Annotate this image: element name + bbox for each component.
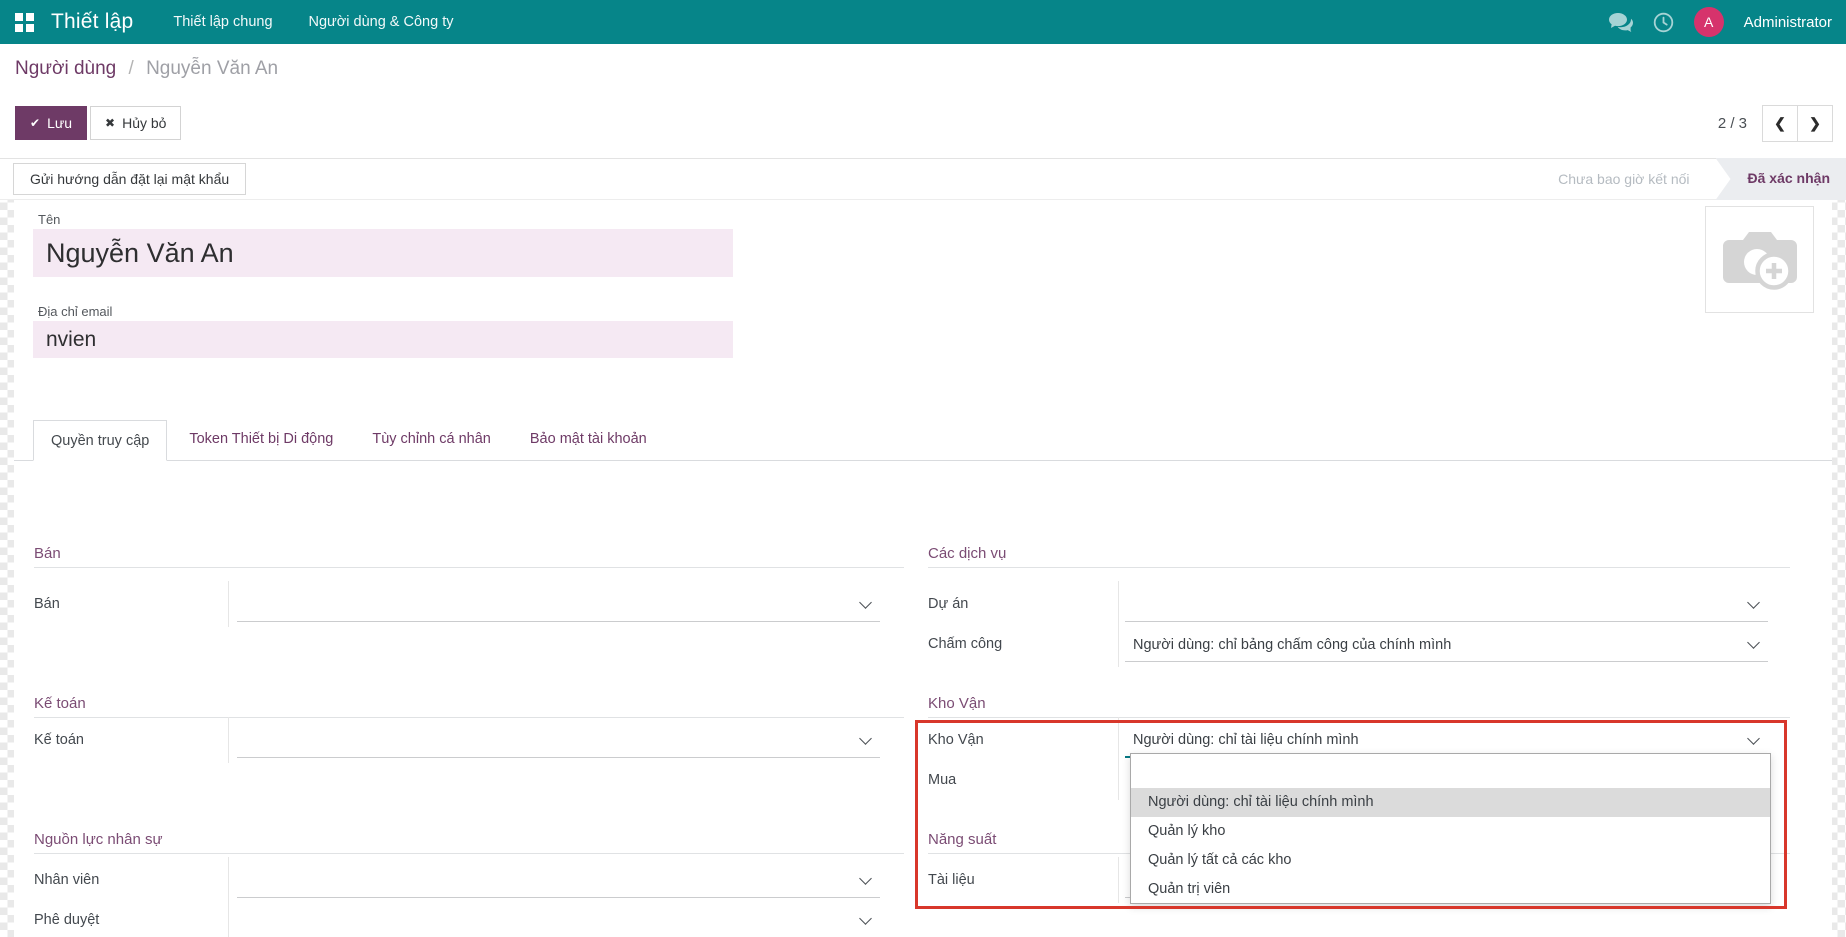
chevron-down-icon bbox=[1747, 596, 1760, 609]
messages-icon[interactable] bbox=[1608, 12, 1633, 32]
tab-mobile-device-token[interactable]: Token Thiết bị Di động bbox=[172, 419, 350, 460]
control-panel: Người dùng / Nguyễn Văn An ✔ Lưu ✖ Hủy b… bbox=[0, 44, 1846, 158]
field-row-approvals: Phê duyệt bbox=[34, 897, 904, 937]
breadcrumb-users-link[interactable]: Người dùng bbox=[15, 58, 116, 79]
tab-preferences[interactable]: Tùy chỉnh cá nhân bbox=[355, 419, 508, 460]
check-icon: ✔ bbox=[30, 116, 41, 130]
email-label: Địa chỉ email bbox=[38, 304, 113, 319]
section-services: Các dịch vụ bbox=[928, 540, 1790, 568]
section-accounting: Kế toán bbox=[34, 690, 904, 718]
inventory-field-label: Kho Vận bbox=[928, 732, 984, 748]
dropdown-option-empty[interactable] bbox=[1131, 754, 1770, 788]
documents-field-label: Tài liệu bbox=[928, 872, 975, 888]
field-row-sales: Bán bbox=[34, 581, 904, 627]
dropdown-option-administrator[interactable]: Quản trị viên bbox=[1131, 875, 1770, 904]
app-name[interactable]: Thiết lập bbox=[51, 10, 133, 34]
access-rights-left-column: Bán Bán Kế toán Kế toán Nguồn lực nhân s… bbox=[34, 530, 904, 937]
employees-field-label: Nhân viên bbox=[34, 872, 100, 888]
tab-account-security[interactable]: Bảo mật tài khoản bbox=[513, 419, 664, 460]
field-row-accounting: Kế toán bbox=[34, 717, 904, 763]
breadcrumb-current: Nguyễn Văn An bbox=[146, 58, 279, 79]
avatar-upload-box[interactable] bbox=[1705, 206, 1814, 313]
project-select[interactable] bbox=[1125, 588, 1768, 622]
dropdown-option-all-warehouses[interactable]: Quản lý tất cả các kho bbox=[1131, 846, 1770, 875]
purchase-field-label: Mua bbox=[928, 772, 957, 788]
access-rights-right-column: Các dịch vụ Dự án Chấm công Người dùng: … bbox=[928, 530, 1790, 937]
top-navbar: Thiết lập Thiết lập chung Người dùng & C… bbox=[0, 0, 1846, 44]
field-row-project: Dự án bbox=[928, 581, 1790, 627]
timesheets-select[interactable]: Người dùng: chỉ bảng chấm công của chính… bbox=[1125, 628, 1768, 662]
pager: 2 / 3 ❮ ❯ bbox=[1718, 105, 1833, 142]
activities-clock-icon[interactable] bbox=[1653, 12, 1674, 33]
section-sales: Bán bbox=[34, 540, 904, 568]
section-inventory: Kho Vận bbox=[928, 690, 1790, 718]
name-label: Tên bbox=[38, 212, 61, 227]
chevron-down-icon bbox=[859, 732, 872, 745]
chevron-down-icon bbox=[859, 872, 872, 885]
sales-field-label: Bán bbox=[34, 596, 60, 612]
chevron-down-icon bbox=[859, 596, 872, 609]
statusbar: Gửi hướng dẫn đặt lại mật khẩu Chưa bao … bbox=[0, 158, 1846, 200]
save-button[interactable]: ✔ Lưu bbox=[15, 106, 88, 140]
field-row-timesheets: Chấm công Người dùng: chỉ bảng chấm công… bbox=[928, 621, 1790, 667]
pager-next-button[interactable]: ❯ bbox=[1797, 105, 1833, 142]
nav-item-general-settings[interactable]: Thiết lập chung bbox=[173, 14, 272, 30]
chevron-down-icon bbox=[1747, 636, 1760, 649]
timesheets-field-label: Chấm công bbox=[928, 636, 1003, 652]
chevron-down-icon bbox=[1747, 731, 1760, 745]
user-name[interactable]: Administrator bbox=[1744, 14, 1832, 31]
apps-grid-icon[interactable] bbox=[15, 12, 34, 32]
approvals-select[interactable] bbox=[237, 904, 880, 937]
dropdown-option-own-documents[interactable]: Người dùng: chỉ tài liệu chính mình bbox=[1131, 788, 1770, 817]
user-avatar[interactable]: A bbox=[1693, 7, 1724, 37]
chevron-right-icon: ❯ bbox=[1809, 115, 1821, 131]
status-confirmed[interactable]: Đã xác nhận bbox=[1715, 158, 1846, 200]
status-never-connected[interactable]: Chưa bao giờ kết nối bbox=[1558, 171, 1689, 187]
page-background: Thiết lập Thiết lập chung Người dùng & C… bbox=[0, 0, 1846, 937]
discard-button[interactable]: ✖ Hủy bỏ bbox=[90, 106, 182, 140]
employees-select[interactable] bbox=[237, 864, 880, 898]
accounting-field-label: Kế toán bbox=[34, 732, 84, 748]
form-sheet: Tên Nguyễn Văn An Địa chỉ email nvien Qu… bbox=[14, 200, 1832, 937]
chevron-down-icon bbox=[859, 912, 872, 925]
tab-access-rights[interactable]: Quyền truy cập bbox=[33, 420, 168, 461]
approvals-field-label: Phê duyệt bbox=[34, 912, 100, 928]
section-human-resources: Nguồn lực nhân sự bbox=[34, 826, 904, 854]
dropdown-option-warehouse-manager[interactable]: Quản lý kho bbox=[1131, 817, 1770, 846]
accounting-select[interactable] bbox=[237, 724, 880, 758]
name-field[interactable]: Nguyễn Văn An bbox=[33, 229, 733, 277]
sales-select[interactable] bbox=[237, 588, 880, 622]
email-field[interactable]: nvien bbox=[33, 321, 733, 358]
breadcrumb: Người dùng / Nguyễn Văn An bbox=[15, 58, 278, 80]
send-password-reset-button[interactable]: Gửi hướng dẫn đặt lại mật khẩu bbox=[13, 163, 247, 195]
breadcrumb-separator: / bbox=[128, 58, 134, 79]
notebook-tabs: Quyền truy cập Token Thiết bị Di động Tù… bbox=[14, 419, 1832, 461]
nav-item-users-companies[interactable]: Người dùng & Công ty bbox=[309, 14, 454, 30]
camera-add-icon bbox=[1722, 231, 1797, 290]
inventory-select-dropdown: Người dùng: chỉ tài liệu chính mình Quản… bbox=[1130, 753, 1771, 904]
field-row-employees: Nhân viên bbox=[34, 857, 904, 903]
chevron-left-icon: ❮ bbox=[1774, 115, 1786, 131]
pager-previous-button[interactable]: ❮ bbox=[1762, 105, 1798, 142]
pager-count: 2 / 3 bbox=[1717, 115, 1747, 132]
cross-icon: ✖ bbox=[105, 116, 116, 130]
nav-menu: Thiết lập chung Người dùng & Công ty bbox=[173, 14, 453, 30]
project-field-label: Dự án bbox=[928, 596, 969, 612]
